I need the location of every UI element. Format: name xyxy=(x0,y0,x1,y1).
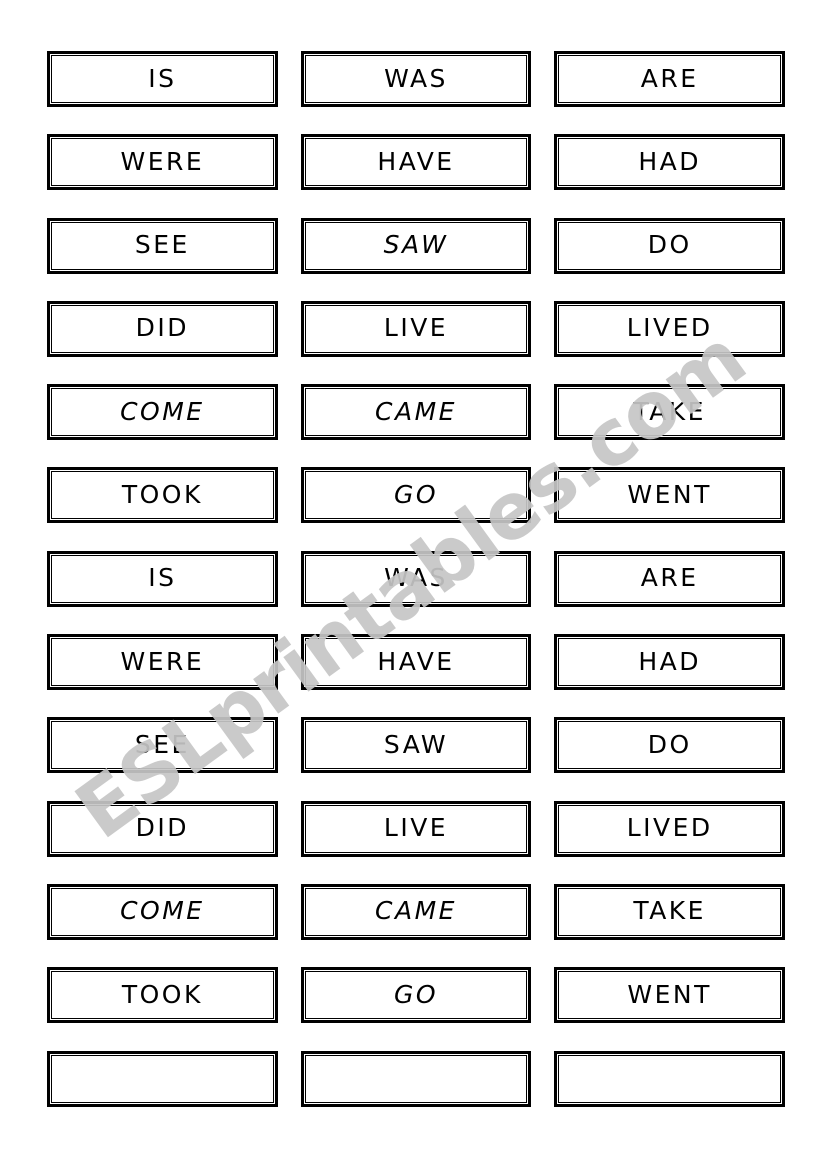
card-row: COME CAME TAKE xyxy=(47,883,786,967)
word-card[interactable]: CAME xyxy=(300,883,532,940)
word-card-label: CAME xyxy=(375,896,457,926)
word-card-label: GO xyxy=(393,979,439,1009)
word-card-blank[interactable] xyxy=(554,1050,786,1107)
word-card-label: HAVE xyxy=(377,646,455,676)
card-row: WERE HAVE HAD xyxy=(47,634,786,717)
card-row: TOOK GO WENT xyxy=(47,967,786,1050)
word-card-label: DO xyxy=(647,729,692,759)
word-card[interactable]: IS xyxy=(47,550,278,607)
card-row xyxy=(47,1050,786,1134)
word-card-label: IS xyxy=(148,63,177,93)
card-row: IS WAS ARE xyxy=(47,550,786,634)
word-card-label: GO xyxy=(393,479,439,509)
word-card[interactable]: SAW xyxy=(300,217,532,274)
word-card[interactable]: DO xyxy=(554,217,786,274)
word-card[interactable]: SEE xyxy=(47,217,278,274)
word-card-label: TOOK xyxy=(121,979,203,1009)
word-card-label: COME xyxy=(120,396,205,426)
word-card-label: SEE xyxy=(134,729,190,759)
word-card[interactable]: TAKE xyxy=(554,883,786,940)
word-card-label: TAKE xyxy=(633,396,706,426)
word-card-label xyxy=(50,1054,275,1104)
word-card-label: HAD xyxy=(638,146,701,176)
word-card-label: COME xyxy=(120,896,205,926)
word-card-label xyxy=(304,1054,529,1104)
word-card[interactable]: WERE xyxy=(47,134,278,191)
worksheet-page: IS WAS ARE WERE HAVE HAD SEE SAW DO DID LIVE LIVED C… xyxy=(0,0,821,1169)
word-card-label xyxy=(557,1054,782,1104)
word-card-label: SAW xyxy=(383,729,449,759)
card-row: COME CAME TAKE xyxy=(47,384,786,467)
word-card-label: HAD xyxy=(638,646,701,676)
word-card-label: ARE xyxy=(640,563,699,593)
word-card[interactable]: ARE xyxy=(554,51,786,107)
word-card-label: LIVE xyxy=(383,313,449,343)
word-card[interactable]: ARE xyxy=(554,550,786,607)
word-card-label: WAS xyxy=(384,63,448,93)
word-card-label: DO xyxy=(647,230,692,260)
word-card[interactable]: SEE xyxy=(47,717,278,774)
word-card[interactable]: LIVED xyxy=(554,800,786,857)
word-card[interactable]: HAD xyxy=(554,134,786,191)
word-card-label: TAKE xyxy=(633,896,706,926)
word-card-label: LIVE xyxy=(383,813,449,843)
word-card[interactable]: SAW xyxy=(300,717,532,774)
word-card[interactable]: GO xyxy=(300,967,532,1024)
word-card-label: WENT xyxy=(627,979,712,1009)
word-card[interactable]: WERE xyxy=(47,634,278,691)
word-card-label: IS xyxy=(148,563,177,593)
word-card[interactable]: LIVE xyxy=(300,800,532,857)
word-card[interactable]: COME xyxy=(47,883,278,940)
word-card-label: LIVED xyxy=(626,313,713,343)
word-card-label: SAW xyxy=(383,230,449,260)
card-row: DID LIVE LIVED xyxy=(47,300,786,384)
word-card[interactable]: GO xyxy=(300,467,532,524)
word-card[interactable]: HAVE xyxy=(300,134,532,191)
word-card[interactable]: TOOK xyxy=(47,467,278,524)
card-row: IS WAS ARE xyxy=(47,51,786,134)
word-card-blank[interactable] xyxy=(47,1050,278,1107)
word-card-label: WERE xyxy=(120,646,205,676)
word-card[interactable]: WENT xyxy=(554,967,786,1024)
word-card[interactable]: WAS xyxy=(300,51,532,107)
word-card[interactable]: TOOK xyxy=(47,967,278,1024)
word-card[interactable]: WENT xyxy=(554,467,786,524)
word-card[interactable]: LIVE xyxy=(300,300,532,357)
card-row: WERE HAVE HAD xyxy=(47,134,786,217)
word-card-label: WAS xyxy=(384,563,448,593)
card-row: TOOK GO WENT xyxy=(47,467,786,550)
word-card[interactable]: HAD xyxy=(554,634,786,691)
word-card[interactable]: TAKE xyxy=(554,384,786,441)
word-card[interactable]: DID xyxy=(47,300,278,357)
word-card-label: DID xyxy=(135,813,190,843)
word-card[interactable]: LIVED xyxy=(554,300,786,357)
word-card[interactable]: DO xyxy=(554,717,786,774)
word-card[interactable]: DID xyxy=(47,800,278,857)
word-card-label: TOOK xyxy=(121,479,203,509)
word-card-label: WENT xyxy=(627,479,712,509)
word-card[interactable]: CAME xyxy=(300,384,532,441)
word-card[interactable]: HAVE xyxy=(300,634,532,691)
word-card-label: WERE xyxy=(120,146,205,176)
word-card-blank[interactable] xyxy=(300,1050,532,1107)
card-row: SEE SAW DO xyxy=(47,717,786,800)
word-card[interactable]: COME xyxy=(47,384,278,441)
word-card-grid: IS WAS ARE WERE HAVE HAD SEE SAW DO DID LIVE LIVED C… xyxy=(47,51,786,1134)
word-card-label: HAVE xyxy=(377,146,455,176)
card-row: DID LIVE LIVED xyxy=(47,800,786,884)
word-card-label: CAME xyxy=(375,396,457,426)
word-card[interactable]: IS xyxy=(47,51,278,107)
word-card-label: ARE xyxy=(640,63,699,93)
word-card-label: DID xyxy=(135,313,190,343)
word-card-label: SEE xyxy=(134,230,190,260)
card-row: SEE SAW DO xyxy=(47,217,786,301)
word-card[interactable]: WAS xyxy=(300,550,532,607)
word-card-label: LIVED xyxy=(626,813,713,843)
